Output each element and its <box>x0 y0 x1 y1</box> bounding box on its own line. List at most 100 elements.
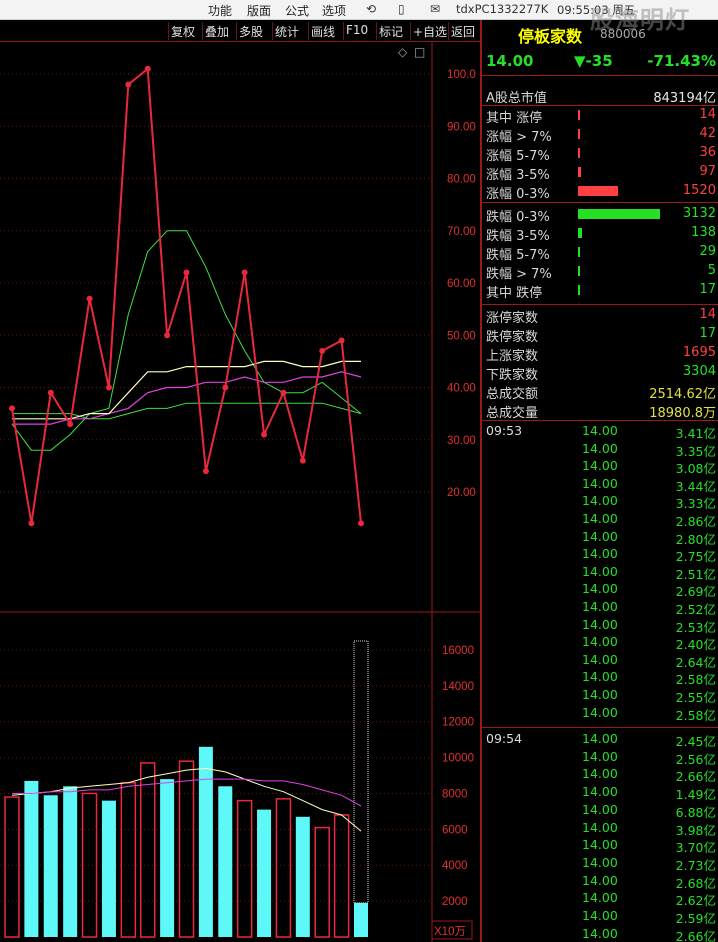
price-point <box>183 269 190 276</box>
menu-layout[interactable]: 版面 <box>247 2 271 19</box>
tick-row: 09:54 14.00 2.45亿 <box>482 731 718 749</box>
y-tick-label: 40.00 <box>447 383 476 395</box>
tick-amount: 2.68亿 <box>675 875 716 891</box>
tick-row: 14.00 2.66亿 <box>482 926 718 942</box>
watermark: 股海明灯 <box>590 6 690 34</box>
tick-amount: 6.88亿 <box>675 804 716 820</box>
volume-bar <box>218 786 233 937</box>
volume-bar <box>120 781 137 938</box>
price-point <box>125 81 132 88</box>
price-point <box>105 384 112 391</box>
stat-row: 上涨家数 1695 <box>482 345 718 364</box>
vol-unit-label: X10万 <box>434 926 466 938</box>
tick-row: 14.00 2.75亿 <box>482 546 718 564</box>
volume-bar <box>4 796 20 938</box>
tick-row: 14.00 2.64亿 <box>482 652 718 670</box>
tick-amount: 2.69亿 <box>675 584 716 600</box>
tick-price: 14.00 <box>582 784 618 800</box>
volume-bar <box>160 779 175 937</box>
stat-value: 3304 <box>682 364 716 379</box>
dist-label: 涨幅 > 7% <box>486 130 552 145</box>
tick-price: 14.00 <box>582 731 618 746</box>
toolbar-watchlist-button[interactable]: +自选 <box>410 22 449 40</box>
toolbar-mark-button[interactable]: 标记 <box>376 22 405 40</box>
toolbar-f10-button[interactable]: F10 <box>343 22 370 40</box>
dist-row: 涨幅 3-5% 97 <box>482 163 718 183</box>
price-point <box>86 295 93 302</box>
dist-row: 其中 跌停 17 <box>482 281 718 301</box>
dist-value: 3132 <box>682 206 716 221</box>
stat-label: 跌停家数 <box>486 330 539 345</box>
volume-bar <box>24 780 39 937</box>
dist-label: 跌幅 0-3% <box>486 210 550 225</box>
dist-value: 29 <box>699 244 716 259</box>
dist-row: 涨幅 5-7% 36 <box>482 144 718 164</box>
tick-price: 14.00 <box>582 511 618 526</box>
vol-tick-label: 8000 <box>442 788 468 800</box>
dist-label: 涨幅 3-5% <box>486 168 550 183</box>
tick-row: 14.00 3.98亿 <box>482 820 718 838</box>
tick-row: 14.00 2.69亿 <box>482 581 718 599</box>
tick-price: 14.00 <box>582 890 618 906</box>
toolbar-multi-button[interactable]: 多股 <box>236 22 265 40</box>
tick-row: 14.00 2.73亿 <box>482 855 718 873</box>
toolbar-stats-button[interactable]: 统计 <box>272 22 301 40</box>
tick-row: 14.00 3.35亿 <box>482 441 718 459</box>
price-point <box>67 421 74 428</box>
volume-bar <box>198 746 213 937</box>
dist-label: 跌幅 5-7% <box>486 248 550 263</box>
volume-bar <box>354 902 368 937</box>
price-point <box>358 520 364 527</box>
tick-amount: 3.33亿 <box>675 496 716 512</box>
tick-time: 09:53 <box>486 423 523 438</box>
dist-label: 其中 涨停 <box>486 111 543 126</box>
volume-bar <box>275 798 292 938</box>
dist-value: 42 <box>699 126 716 141</box>
tick-price: 14.00 <box>582 493 618 509</box>
dist-bar <box>578 285 580 295</box>
tick-price: 14.00 <box>582 687 618 702</box>
menu-function[interactable]: 功能 <box>208 2 232 19</box>
menu-formula[interactable]: 公式 <box>285 2 309 19</box>
y-tick-label: 60.00 <box>447 278 476 290</box>
y-tick-label: 90.00 <box>447 121 476 133</box>
price-point <box>47 389 54 396</box>
chart-svg[interactable]: 100.0 90.00 80.00 70.00 60.00 50.00 40.00 30.00… <box>0 42 480 942</box>
tick-row: 14.00 3.70亿 <box>482 837 718 855</box>
toolbar-back-button[interactable]: 返回 <box>448 22 477 40</box>
dist-value: 36 <box>699 145 716 160</box>
tick-price: 14.00 <box>582 908 618 923</box>
menu-options[interactable]: 选项 <box>322 2 346 19</box>
stat-row: 跌停家数 17 <box>482 326 718 345</box>
stat-row: 总成交量 18980.8万 <box>482 402 718 421</box>
tick-amount: 2.52亿 <box>675 602 716 617</box>
tick-amount: 1.49亿 <box>675 787 716 803</box>
sync-icon[interactable]: ⟲ <box>366 2 376 16</box>
tick-amount: 2.56亿 <box>675 751 716 767</box>
price-change: ▼-35 <box>574 52 613 70</box>
toolbar-adjust-button[interactable]: 复权 <box>168 22 197 40</box>
toolbar-draw-button[interactable]: 画线 <box>308 22 337 40</box>
price-point <box>202 468 209 475</box>
price-point <box>164 332 171 339</box>
toolbar-overlay-button[interactable]: 叠加 <box>202 22 231 40</box>
y-tick-label: 30.00 <box>447 435 476 447</box>
tick-list[interactable]: 09:53 14.00 3.41亿 14.00 3.35亿 14.00 3.08亿 14.00… <box>482 420 718 942</box>
tick-price: 14.00 <box>582 704 618 720</box>
dist-bar <box>578 186 618 196</box>
stat-label: 涨停家数 <box>486 311 539 326</box>
dist-value: 1520 <box>682 183 716 198</box>
price-change-pct: -71.43% <box>647 52 716 70</box>
tick-price: 14.00 <box>582 563 618 579</box>
tick-price: 14.00 <box>582 748 618 764</box>
dist-bar <box>578 148 580 158</box>
stat-row: 涨停家数 14 <box>482 307 718 326</box>
kline-chart-area[interactable]: 100.0 90.00 80.00 70.00 60.00 50.00 40.00 30.00… <box>0 42 480 942</box>
volume-bar <box>63 786 78 937</box>
tick-amount: 2.86亿 <box>675 514 716 529</box>
phone-icon[interactable]: ▯ <box>398 2 405 16</box>
tick-row: 14.00 3.08亿 <box>482 458 718 476</box>
tick-price: 14.00 <box>582 819 618 835</box>
mail-icon[interactable]: ✉ <box>430 2 440 16</box>
dist-row: 跌幅 3-5% 138 <box>482 224 718 244</box>
